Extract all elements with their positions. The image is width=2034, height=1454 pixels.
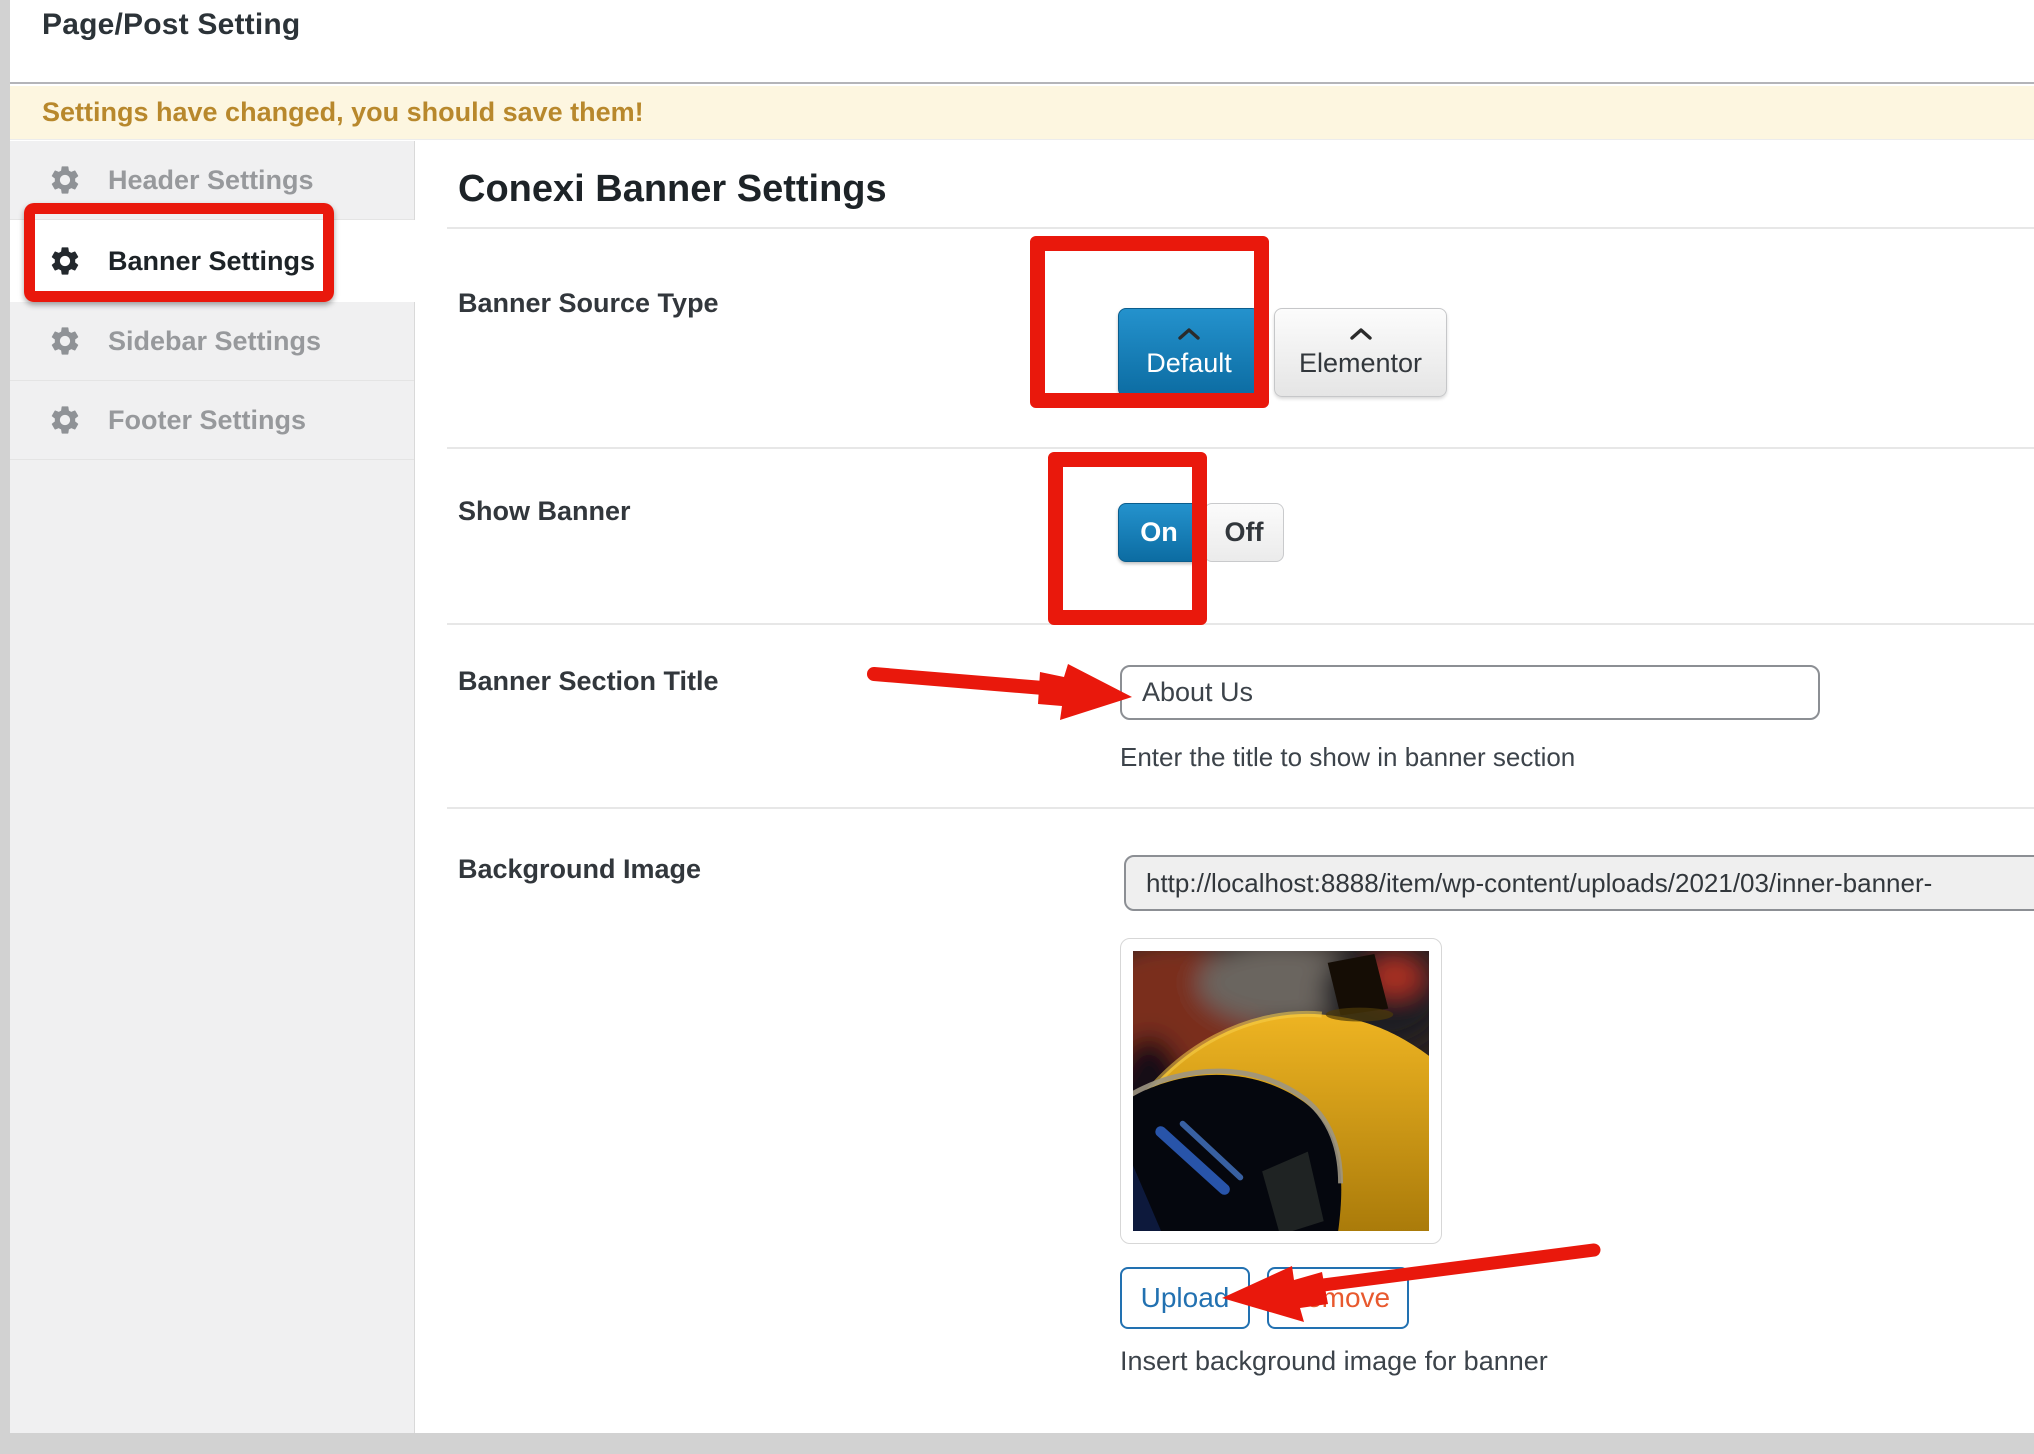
source-type-elementor-button[interactable]: Elementor bbox=[1274, 308, 1447, 397]
banner-source-type-label: Banner Source Type bbox=[458, 288, 719, 319]
sidebar-item-footer-settings[interactable]: Footer Settings bbox=[10, 381, 414, 460]
source-type-default-button[interactable]: Default bbox=[1118, 308, 1260, 397]
page-header: Page/Post Setting bbox=[10, 0, 2034, 84]
panel-title: Conexi Banner Settings bbox=[458, 168, 887, 211]
sidebar-item-header-settings[interactable]: Header Settings bbox=[10, 141, 414, 220]
gear-icon bbox=[48, 163, 82, 197]
settings-page: Page/Post Setting Settings have changed,… bbox=[0, 0, 2034, 1454]
gear-icon bbox=[48, 244, 82, 278]
gear-icon bbox=[48, 324, 82, 358]
divider bbox=[447, 447, 2034, 449]
source-type-option-label: Elementor bbox=[1299, 348, 1422, 379]
banner-section-title-input[interactable] bbox=[1120, 665, 1820, 720]
unsaved-changes-notice: Settings have changed, you should save t… bbox=[10, 86, 2034, 140]
sidebar-item-banner-settings[interactable]: Banner Settings bbox=[10, 220, 416, 302]
settings-sidebar: Header Settings Banner Settings Sidebar … bbox=[10, 141, 415, 1433]
sidebar-item-label: Footer Settings bbox=[108, 405, 306, 436]
upload-button[interactable]: Upload bbox=[1120, 1267, 1250, 1329]
show-banner-label: Show Banner bbox=[458, 496, 631, 527]
page-title: Page/Post Setting bbox=[10, 0, 2034, 42]
source-type-option-label: Default bbox=[1146, 348, 1232, 379]
divider bbox=[447, 623, 2034, 625]
chevron-up-icon bbox=[1176, 326, 1202, 342]
remove-button[interactable]: Remove bbox=[1267, 1267, 1409, 1329]
divider bbox=[447, 807, 2034, 809]
sidebar-item-label: Sidebar Settings bbox=[108, 326, 321, 357]
show-banner-on-button[interactable]: On bbox=[1118, 503, 1200, 562]
divider bbox=[447, 227, 2034, 229]
background-image-preview bbox=[1120, 938, 1442, 1244]
banner-section-title-label: Banner Section Title bbox=[458, 666, 719, 697]
sidebar-item-label: Banner Settings bbox=[108, 246, 315, 277]
chevron-up-icon bbox=[1348, 326, 1374, 342]
sidebar-item-sidebar-settings[interactable]: Sidebar Settings bbox=[10, 302, 414, 381]
banner-section-title-hint: Enter the title to show in banner sectio… bbox=[1120, 742, 1575, 773]
background-image-hint: Insert background image for banner bbox=[1120, 1346, 1548, 1377]
gear-icon bbox=[48, 403, 82, 437]
notice-text: Settings have changed, you should save t… bbox=[10, 97, 644, 128]
sidebar-item-label: Header Settings bbox=[108, 165, 314, 196]
taxi-photo bbox=[1133, 951, 1429, 1231]
show-banner-off-button[interactable]: Off bbox=[1204, 503, 1284, 562]
background-image-url-input[interactable] bbox=[1124, 855, 2034, 911]
background-image-label: Background Image bbox=[458, 854, 701, 885]
